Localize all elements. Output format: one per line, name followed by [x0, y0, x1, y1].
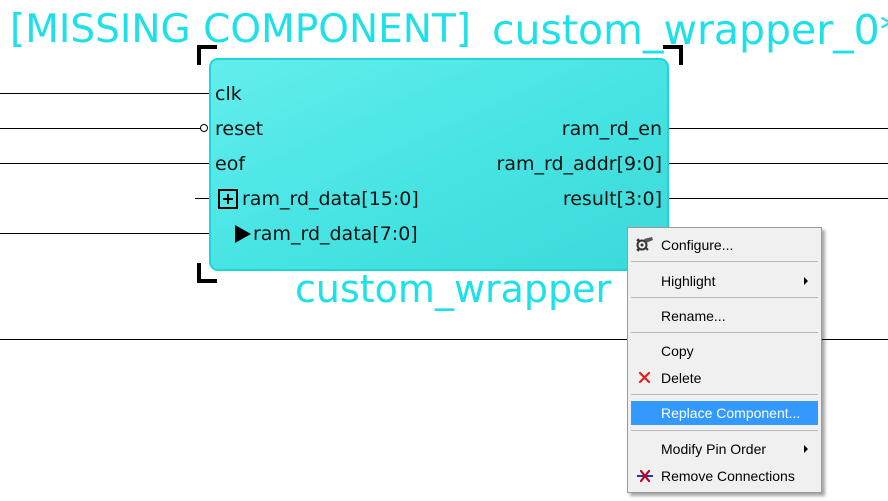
pin-reset[interactable]: reset — [215, 118, 263, 140]
menu-item-configure[interactable]: Configure... — [631, 233, 818, 257]
expand-bus-icon[interactable] — [218, 189, 238, 209]
missing-component-label: [MISSING COMPONENT] — [10, 7, 471, 52]
wire-reset[interactable] — [0, 128, 201, 129]
menu-item-rename[interactable]: Rename... — [631, 304, 818, 328]
schematic-canvas[interactable]: [MISSING COMPONENT] custom_wrapper_0* cl… — [0, 0, 888, 501]
menu-separator — [631, 261, 818, 262]
menu-item-replace-component[interactable]: Replace Component... — [631, 401, 818, 425]
pin-result[interactable]: result[3:0] — [563, 188, 662, 210]
menu-item-remove-connections[interactable]: Remove Connections — [631, 464, 818, 488]
pin-clk[interactable]: clk — [215, 83, 242, 105]
submenu-arrow-icon — [804, 445, 808, 453]
wire-ram-rd-data-15[interactable] — [195, 198, 209, 199]
menu-item-delete[interactable]: Delete — [631, 366, 818, 390]
wire-ram-rd-data-7[interactable] — [0, 233, 209, 234]
instance-name-label: custom_wrapper_0* — [492, 6, 888, 54]
wrench-gear-icon — [636, 237, 653, 252]
pin-ram-rd-data-15-0[interactable]: ram_rd_data[15:0] — [242, 188, 419, 210]
pin-ram-rd-data-7-0[interactable]: ram_rd_data[7:0] — [253, 223, 418, 245]
menu-item-label: Rename... — [661, 308, 726, 324]
menu-item-modify-pin-order[interactable]: Modify Pin Order — [631, 437, 818, 461]
submenu-arrow-icon — [804, 277, 808, 285]
wire-ram-rd-addr[interactable] — [669, 163, 888, 164]
remove-connections-icon — [637, 469, 653, 483]
menu-item-label: Configure... — [661, 237, 734, 253]
menu-item-label: Copy — [661, 343, 694, 359]
menu-item-label: Modify Pin Order — [661, 441, 767, 457]
menu-item-label: Delete — [661, 370, 702, 386]
bus-arrow-icon — [235, 225, 251, 243]
wire-ram-rd-en[interactable] — [669, 128, 888, 129]
wire-result[interactable] — [669, 198, 888, 199]
reset-inversion-bubble — [200, 124, 208, 132]
menu-item-copy[interactable]: Copy — [631, 339, 818, 363]
red-x-delete-icon — [638, 371, 651, 384]
menu-item-highlight[interactable]: Highlight — [631, 269, 818, 293]
wire-clk[interactable] — [0, 93, 209, 94]
menu-separator — [631, 394, 818, 395]
menu-item-label: Remove Connections — [661, 468, 795, 484]
pin-eof[interactable]: eof — [215, 153, 245, 175]
context-menu[interactable]: Configure... Highlight Rename... Copy De… — [627, 227, 822, 493]
pin-ram-rd-en[interactable]: ram_rd_en — [562, 118, 662, 140]
menu-separator — [631, 332, 818, 333]
menu-item-label: Highlight — [661, 273, 716, 289]
menu-separator — [631, 297, 818, 298]
menu-item-label: Replace Component... — [661, 405, 801, 421]
pin-ram-rd-addr[interactable]: ram_rd_addr[9:0] — [497, 153, 662, 175]
menu-separator — [631, 430, 818, 431]
wire-eof[interactable] — [0, 163, 209, 164]
cell-name-label: custom_wrapper — [295, 267, 612, 311]
